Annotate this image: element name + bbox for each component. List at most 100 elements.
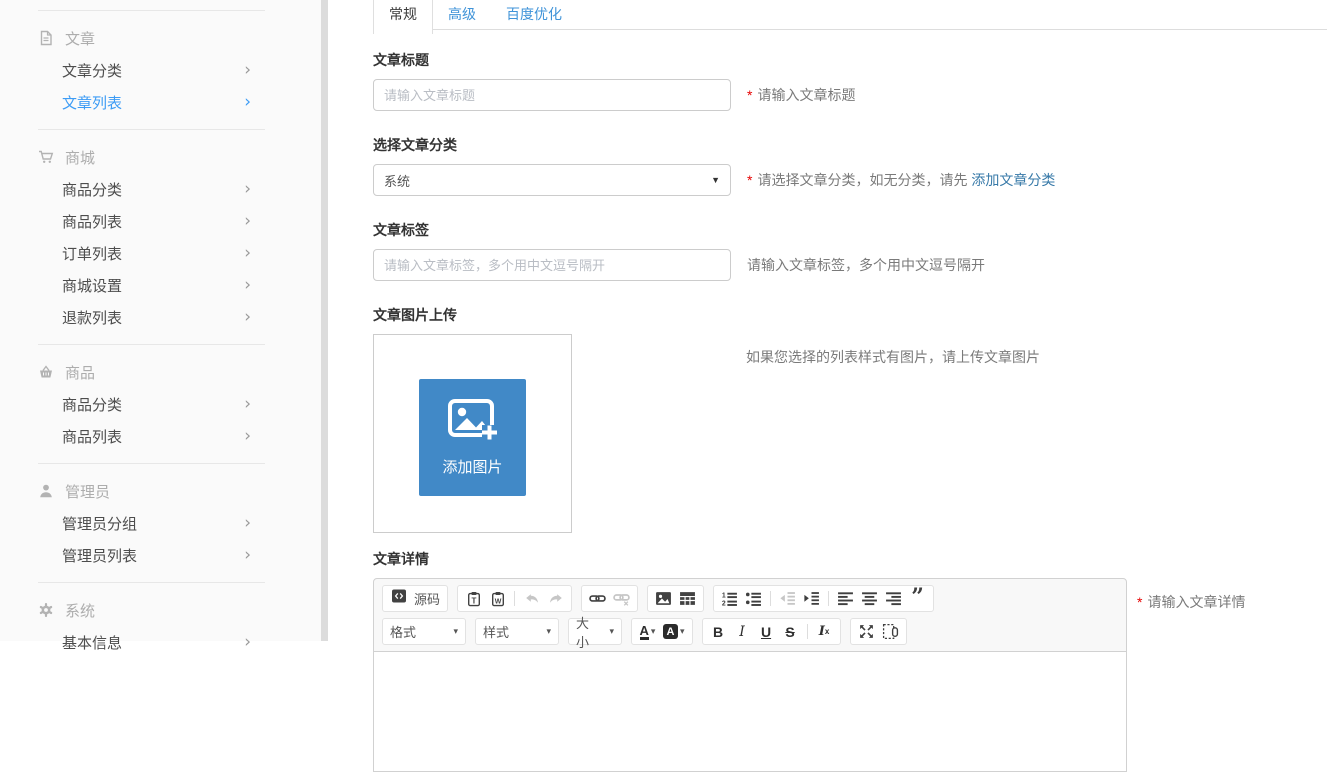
link-button[interactable] — [589, 590, 606, 608]
field-article-tags: 文章标签 请输入文章标签，多个用中文逗号隔开 — [373, 220, 1327, 281]
maximize-button[interactable] — [858, 623, 875, 641]
cart-icon — [38, 149, 54, 165]
paste-as-text-button[interactable]: T — [465, 590, 482, 608]
field-hint: *请输入文章详情 — [1137, 578, 1245, 612]
insert-image-button[interactable] — [655, 590, 672, 608]
source-code-label[interactable]: 源码 — [414, 589, 440, 608]
text-color-icon: A — [640, 624, 649, 640]
sidebar-item-refund-list[interactable]: 退款列表 › — [0, 301, 321, 333]
background-color-button[interactable]: A▾ — [663, 623, 685, 641]
field-article-category: 选择文章分类 系统 ▼ *请选择文章分类，如无分类，请先 添加文章分类 — [373, 135, 1327, 196]
strikethrough-button[interactable]: S — [782, 623, 799, 641]
underline-button[interactable]: U — [758, 623, 775, 641]
text-color-button[interactable]: A▾ — [639, 623, 656, 641]
show-blocks-button[interactable] — [882, 623, 899, 641]
sidebar-group-admin: 管理员 管理员分组 › 管理员列表 › — [0, 475, 321, 571]
bold-button[interactable]: B — [710, 623, 727, 641]
sidebar-item-article-list[interactable]: 文章列表 › — [0, 86, 321, 118]
sidebar: 文章 文章分类 › 文章列表 › 商城 商品分类 › — [0, 0, 321, 641]
sidebar-group-header-goods[interactable]: 商品 — [0, 356, 321, 388]
article-title-input[interactable] — [373, 79, 731, 111]
sidebar-group-label: 管理员 — [65, 481, 110, 502]
editor-toolbar-row-1: 源码 T W — [374, 579, 1126, 612]
undo-button[interactable] — [523, 590, 540, 608]
outdent-button[interactable] — [779, 590, 796, 608]
chevron-right-icon: › — [244, 634, 251, 651]
paste-from-word-button[interactable]: W — [489, 590, 506, 608]
blockquote-button[interactable]: ” — [909, 590, 926, 608]
ordered-list-button[interactable]: 12 — [721, 590, 738, 608]
sidebar-item-admin-groups[interactable]: 管理员分组 › — [0, 507, 321, 539]
editor-toolbar-row-2: 格式 ▾ 样式 ▾ 大小 ▾ — [374, 612, 1126, 645]
sidebar-group-label: 商品 — [65, 362, 95, 383]
sidebar-item-goods-categories[interactable]: 商品分类 › — [0, 388, 321, 420]
field-hint: *请输入文章标题 — [747, 85, 855, 105]
unlink-button[interactable] — [613, 590, 630, 608]
rich-text-editor: 源码 T W — [373, 578, 1127, 772]
select-caret-icon: ▼ — [711, 175, 720, 185]
add-category-link[interactable]: 添加文章分类 — [971, 172, 1055, 188]
source-code-button[interactable] — [390, 590, 407, 608]
sidebar-group-header-article[interactable]: 文章 — [0, 22, 321, 54]
required-asterisk: * — [747, 172, 752, 188]
svg-text:1: 1 — [722, 592, 726, 599]
chevron-right-icon: › — [244, 547, 251, 564]
sidebar-group-label: 系统 — [65, 600, 95, 621]
sidebar-group-label: 文章 — [65, 28, 95, 49]
sidebar-group-header-system[interactable]: 系统 — [0, 594, 321, 626]
remove-format-button[interactable]: Ix — [816, 623, 833, 641]
field-hint: *请选择文章分类，如无分类，请先 添加文章分类 — [747, 170, 1055, 190]
chevron-right-icon: › — [244, 94, 251, 111]
field-article-title: 文章标题 *请输入文章标题 — [373, 50, 1327, 111]
chevron-right-icon: › — [244, 277, 251, 294]
source-code-icon — [391, 588, 407, 609]
tab-baidu-seo[interactable]: 百度优化 — [491, 0, 577, 30]
chevron-right-icon: › — [244, 181, 251, 198]
align-center-button[interactable] — [861, 590, 878, 608]
chevron-right-icon: › — [244, 213, 251, 230]
sidebar-scrollbar[interactable] — [321, 0, 328, 641]
sidebar-group-header-mall[interactable]: 商城 — [0, 141, 321, 173]
field-label: 选择文章分类 — [373, 135, 1327, 155]
sidebar-group-header-admin[interactable]: 管理员 — [0, 475, 321, 507]
dropdown-caret-icon: ▾ — [546, 626, 551, 637]
sidebar-divider — [38, 10, 265, 11]
align-right-button[interactable] — [885, 590, 902, 608]
sidebar-item-admin-list[interactable]: 管理员列表 › — [0, 539, 321, 571]
field-article-detail: 文章详情 源码 T W — [373, 549, 1327, 772]
italic-button[interactable]: I — [734, 623, 751, 641]
add-image-label: 添加图片 — [442, 456, 502, 477]
field-label: 文章标签 — [373, 220, 1327, 240]
redo-button[interactable] — [547, 590, 564, 608]
align-left-button[interactable] — [837, 590, 854, 608]
field-hint: 请输入文章标签，多个用中文逗号隔开 — [747, 255, 985, 275]
sidebar-item-basic-info[interactable]: 基本信息 › — [0, 626, 321, 658]
add-image-button[interactable]: 添加图片 — [419, 379, 526, 496]
sidebar-item-goods-list[interactable]: 商品列表 › — [0, 420, 321, 452]
article-category-select[interactable]: 系统 ▼ — [373, 164, 731, 196]
field-label: 文章标题 — [373, 50, 1327, 70]
app-window: 文章 文章分类 › 文章列表 › 商城 商品分类 › — [0, 0, 1327, 641]
chevron-right-icon: › — [244, 245, 251, 262]
sidebar-item-product-categories[interactable]: 商品分类 › — [0, 173, 321, 205]
required-asterisk: * — [747, 87, 752, 103]
article-tags-input[interactable] — [373, 249, 731, 281]
article-form: 文章标题 *请输入文章标题 选择文章分类 系统 ▼ *请选 — [373, 34, 1327, 772]
sidebar-item-article-categories[interactable]: 文章分类 › — [0, 54, 321, 86]
file-icon — [38, 30, 54, 46]
unordered-list-button[interactable] — [745, 590, 762, 608]
sidebar-item-mall-settings[interactable]: 商城设置 › — [0, 269, 321, 301]
gear-icon — [38, 602, 54, 618]
insert-table-button[interactable] — [679, 590, 696, 608]
sidebar-item-order-list[interactable]: 订单列表 › — [0, 237, 321, 269]
sidebar-item-product-list[interactable]: 商品列表 › — [0, 205, 321, 237]
indent-button[interactable] — [803, 590, 820, 608]
add-image-icon — [447, 398, 499, 447]
sidebar-group-goods: 商品 商品分类 › 商品列表 › — [0, 356, 321, 452]
dropdown-caret-icon: ▾ — [453, 626, 458, 637]
editor-content-area[interactable] — [374, 651, 1126, 771]
tab-general[interactable]: 常规 — [373, 0, 433, 34]
field-article-image: 文章图片上传 添加图片 如果您选择的列表样式有图片，请上传文章图片 — [373, 305, 1327, 533]
basket-icon — [38, 364, 54, 380]
tab-advanced[interactable]: 高级 — [433, 0, 491, 30]
